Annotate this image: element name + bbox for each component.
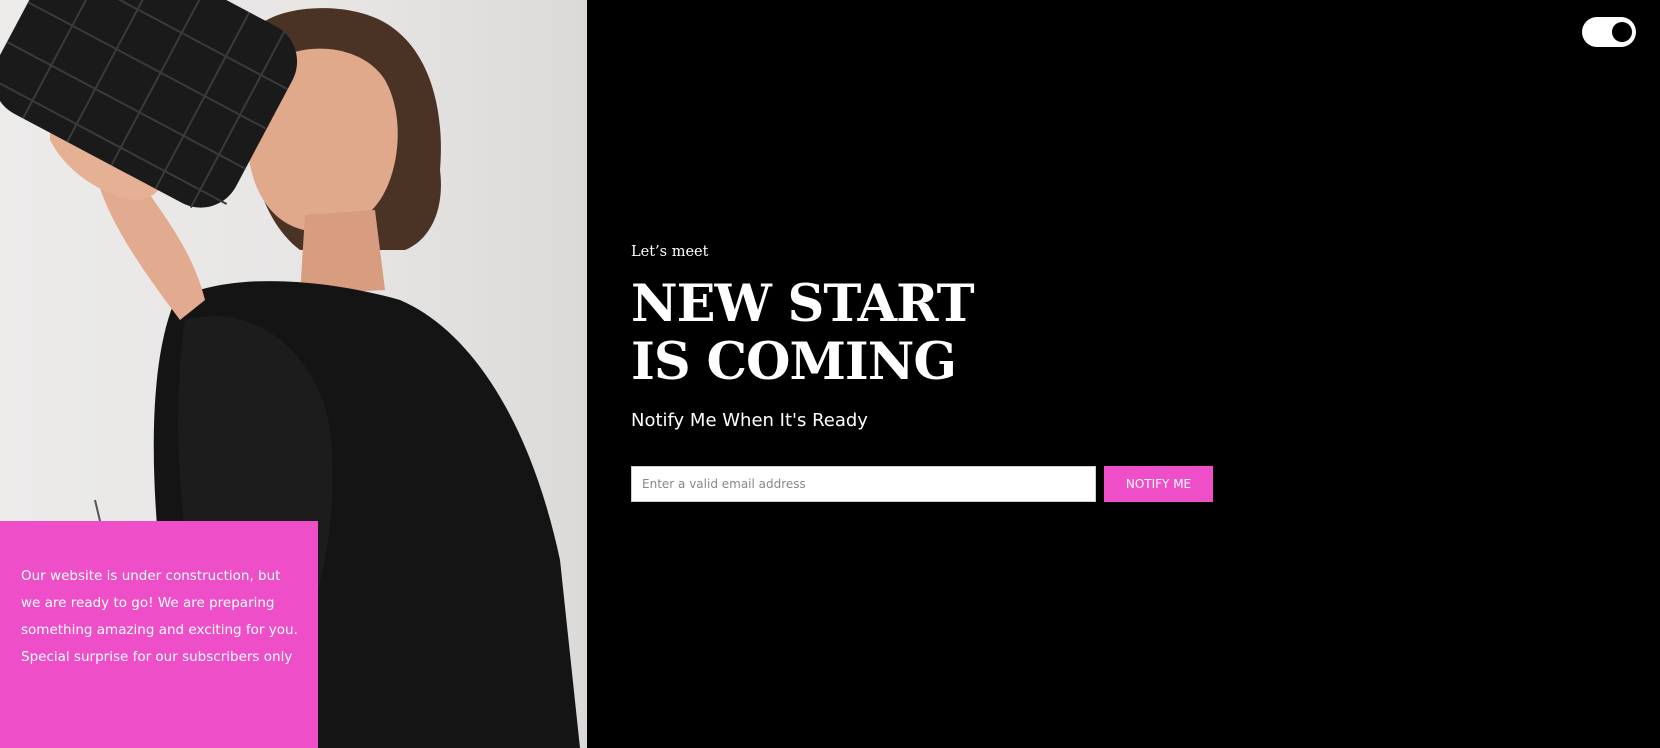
toggle-knob-icon (1612, 22, 1632, 42)
headline-line-2: IS COMING (631, 332, 957, 392)
intro-section: Let’s meet NEW START IS COMING Notify Me… (631, 244, 975, 431)
notify-form: NOTIFY ME (631, 466, 1213, 502)
headline-line-1: NEW START (631, 274, 975, 334)
subhead-text: Notify Me When It's Ready (631, 410, 868, 431)
info-panel: Our website is under construction, but w… (0, 521, 318, 748)
info-text: Our website is under construction, but w… (21, 568, 298, 665)
theme-toggle[interactable] (1582, 17, 1636, 47)
eyebrow-text: Let’s meet (631, 244, 709, 260)
email-field[interactable] (631, 466, 1096, 502)
notify-button[interactable]: NOTIFY ME (1104, 466, 1213, 502)
coming-soon-page: Our website is under construction, but w… (0, 0, 1660, 748)
page-title: NEW START IS COMING (631, 274, 975, 392)
